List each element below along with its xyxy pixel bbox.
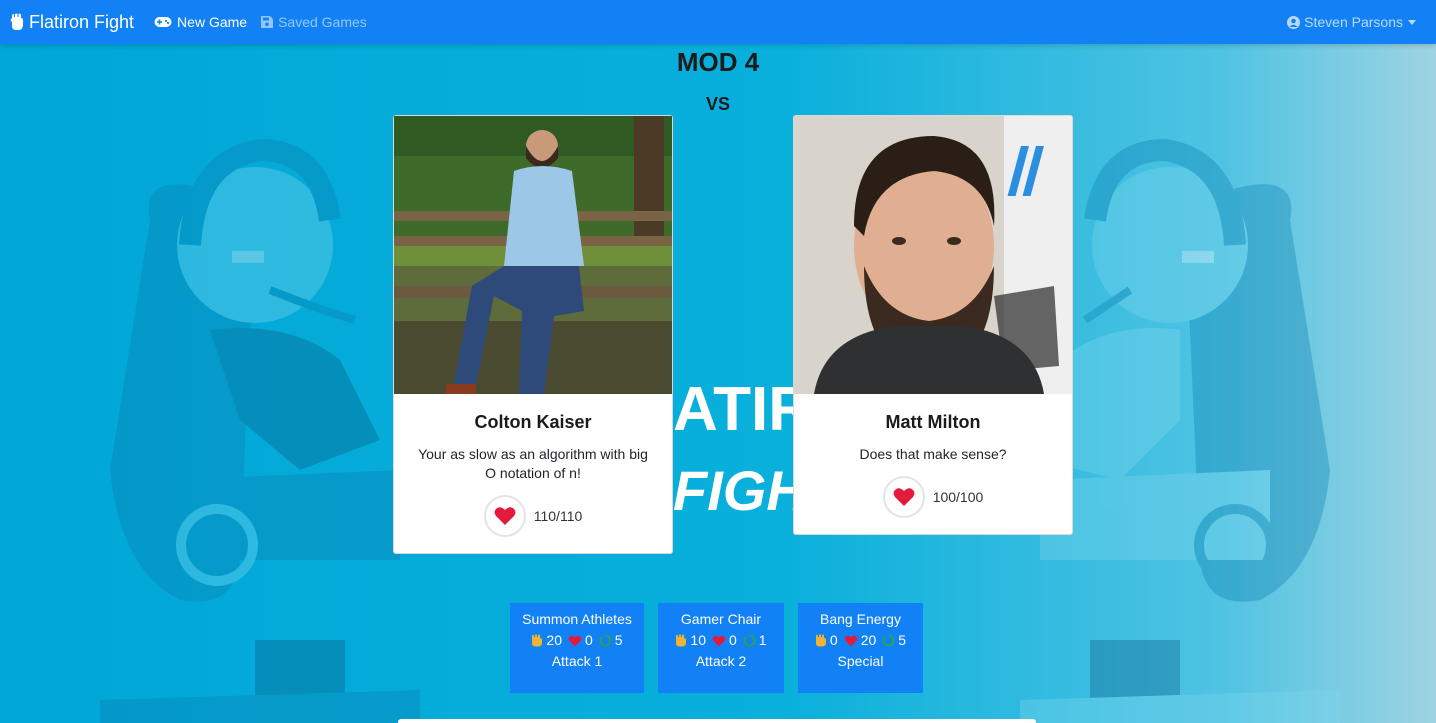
fist-icon xyxy=(10,13,23,30)
attack-value: 0 xyxy=(829,632,838,648)
fist-icon xyxy=(532,634,543,647)
cooldown-icon xyxy=(599,634,612,647)
move-button-bang-energy[interactable]: Bang Energy 0 20 5 Special xyxy=(798,603,923,693)
hp-value-right: 100/100 xyxy=(932,489,984,505)
heart-icon xyxy=(712,635,726,646)
heart-icon xyxy=(494,507,516,525)
move-type: Attack 2 xyxy=(695,653,747,669)
gamepad-icon xyxy=(154,17,172,27)
battle-log-panel xyxy=(398,719,1036,723)
attack-value: 10 xyxy=(690,632,706,648)
move-name: Summon Athletes xyxy=(522,611,632,627)
nav-new-game[interactable]: New Game xyxy=(154,14,247,30)
player-photo-right xyxy=(794,116,1072,394)
brand-title: Flatiron Fight xyxy=(29,11,135,32)
heal-value: 0 xyxy=(728,632,737,648)
heart-button-right[interactable] xyxy=(882,476,925,518)
move-type: Attack 1 xyxy=(551,653,603,669)
nav-saved-games[interactable]: Saved Games xyxy=(261,14,367,30)
hp-value-left: 110/110 xyxy=(533,508,583,524)
caret-down-icon xyxy=(1408,19,1416,25)
user-menu-dropdown[interactable]: Steven Parsons xyxy=(1287,14,1416,30)
cooldown-value: 1 xyxy=(758,632,767,648)
nav-new-game-label: New Game xyxy=(177,14,248,30)
player-card-left: Colton Kaiser Your as slow as an algorit… xyxy=(393,115,673,554)
player-name-left: Colton Kaiser xyxy=(474,412,592,432)
hp-row-left: 110/110 xyxy=(394,495,672,537)
move-type: Special xyxy=(837,653,884,669)
player-quote-left: Your as slow as an algorithm with big O … xyxy=(418,446,648,481)
player-quote-right: Does that make sense? xyxy=(859,446,1007,462)
brand-link[interactable]: Flatiron Fight xyxy=(10,12,134,33)
page-title: MOD 4 xyxy=(676,47,760,77)
fist-icon xyxy=(676,634,687,647)
move-stats: 0 20 5 xyxy=(798,632,923,649)
hp-row-right: 100/100 xyxy=(794,476,1072,518)
heart-icon xyxy=(568,635,582,646)
cooldown-icon xyxy=(882,634,895,647)
move-name: Bang Energy xyxy=(820,611,901,627)
navbar: Flatiron Fight New Game Saved Games Stev… xyxy=(0,0,1436,44)
heal-value: 20 xyxy=(860,632,877,648)
cooldown-icon xyxy=(743,634,756,647)
heart-icon xyxy=(893,488,915,506)
heal-value: 0 xyxy=(584,632,593,648)
versus-label: VS xyxy=(705,94,730,114)
player-card-right: Matt Milton Does that make sense? 100/10… xyxy=(793,115,1073,535)
move-stats: 20 0 5 xyxy=(510,632,644,649)
floppy-disk-icon xyxy=(261,16,274,28)
heart-icon xyxy=(844,635,858,646)
move-button-summon-athletes[interactable]: Summon Athletes 20 0 5 Attack 1 xyxy=(510,603,644,693)
attack-value: 20 xyxy=(546,632,562,648)
cooldown-value: 5 xyxy=(898,632,907,648)
user-name: Steven Parsons xyxy=(1304,14,1403,30)
heart-button-left[interactable] xyxy=(483,495,526,537)
move-name: Gamer Chair xyxy=(680,611,762,627)
user-circle-icon xyxy=(1287,15,1301,29)
player-photo-left xyxy=(394,116,672,394)
player-name-right: Matt Milton xyxy=(885,412,981,432)
cooldown-value: 5 xyxy=(614,632,623,648)
nav-saved-games-label: Saved Games xyxy=(278,14,367,30)
move-stats: 10 0 1 xyxy=(658,632,784,649)
fist-icon xyxy=(815,634,826,647)
move-button-gamer-chair[interactable]: Gamer Chair 10 0 1 Attack 2 xyxy=(658,603,784,693)
